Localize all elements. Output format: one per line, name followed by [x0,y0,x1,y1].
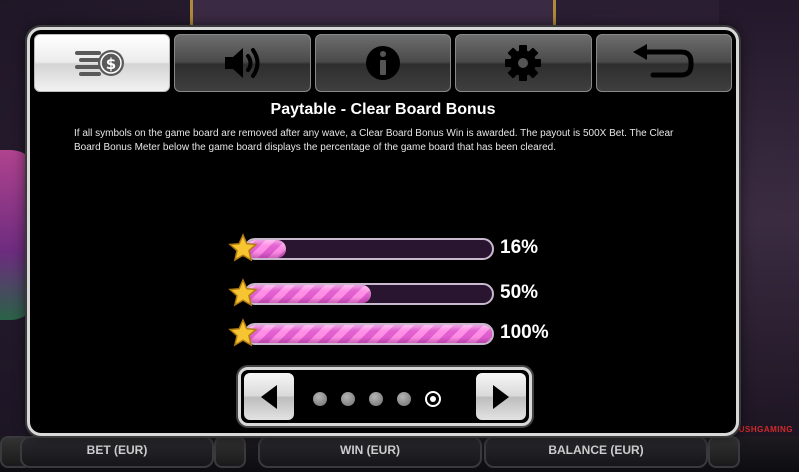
game-reel-strip [190,0,556,30]
tab-paytable[interactable]: $ [34,34,171,92]
win-field: WIN (EUR) [258,436,482,468]
meter-track [244,238,494,260]
previous-page-button[interactable] [244,373,294,420]
meter-fill [246,285,371,303]
meter-percent-label: 50% [500,282,539,303]
meter-percent-label: 16% [500,237,539,258]
paytable-panel: $ Paytable - Clear Board Bonus If all sy… [27,27,739,436]
bonus-meter: 16% [228,233,558,263]
star-icon [228,318,258,347]
tab-sound[interactable] [174,34,311,92]
win-label: WIN (EUR) [340,443,400,457]
page-dot[interactable] [425,391,441,407]
bottom-bar: BET (EUR) WIN (EUR) BALANCE (EUR) [0,436,799,472]
arrow-left-icon [261,384,277,409]
page-dot[interactable] [341,392,355,406]
bet-adjust-button[interactable] [214,436,246,468]
meter-track [244,283,494,305]
page-dot[interactable] [313,392,327,406]
tab-info[interactable] [314,34,452,92]
meter-track [244,323,494,345]
star-icon [228,278,258,307]
bonus-meter: 50% [228,278,558,308]
star-icon [228,233,258,262]
page-dot[interactable] [397,392,411,406]
balance-label: BALANCE (EUR) [548,443,644,457]
page-dot[interactable] [369,392,383,406]
next-page-button[interactable] [476,373,526,420]
spin-button[interactable] [708,436,740,468]
speaker-icon [224,48,260,78]
svg-text:$: $ [106,55,116,73]
arrow-right-icon [493,384,509,409]
tab-bar: $ [34,34,733,92]
balance-field: BALANCE (EUR) [484,436,708,468]
page-navigator [238,367,532,426]
tab-back[interactable] [595,34,733,92]
page-dots [313,391,441,407]
meter-fill [246,325,492,343]
bet-label: BET (EUR) [86,443,148,457]
page-description: If all symbols on the game board are rem… [74,128,674,153]
info-icon [366,46,401,80]
bonus-meter: 100% [228,318,558,348]
meter-percent-label: 100% [500,322,549,343]
page-title: Paytable - Clear Board Bonus [270,101,496,118]
gear-icon [505,45,542,81]
return-arrow-icon [632,44,694,78]
bet-field[interactable]: BET (EUR) [20,436,214,468]
money-stack-icon: $ [75,50,125,76]
tab-settings[interactable] [455,34,592,92]
